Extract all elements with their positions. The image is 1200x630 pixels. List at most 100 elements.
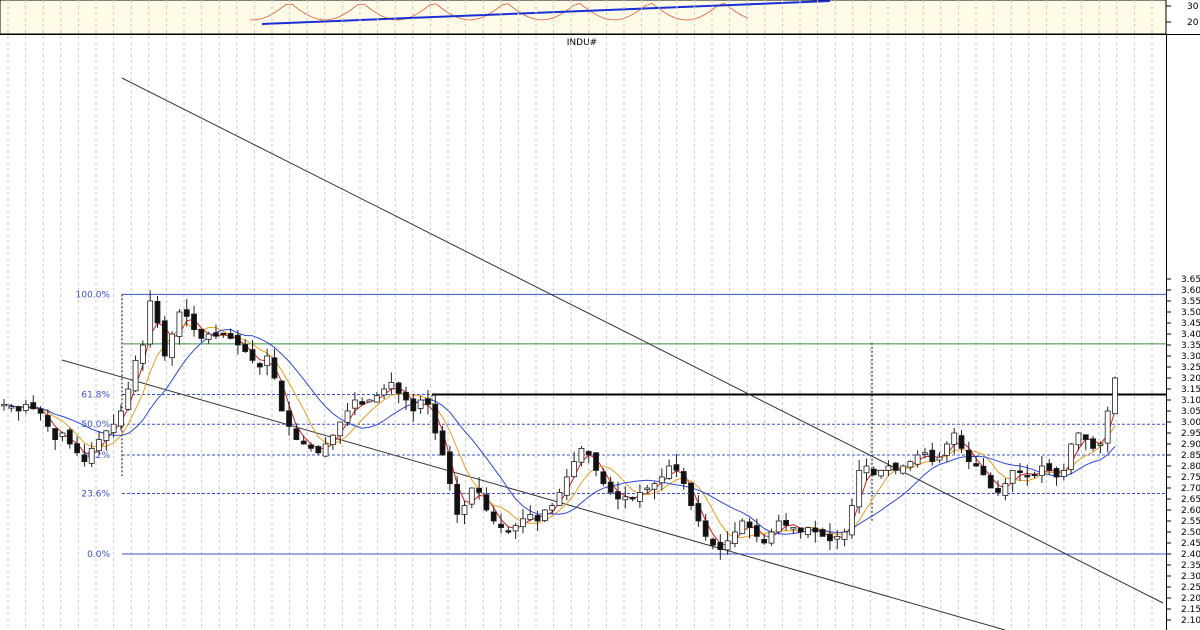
candle-body [198, 328, 205, 339]
upper-trend-line [121, 77, 1164, 604]
y-tick-label: 3.15 [1181, 385, 1200, 395]
candle-body [1017, 470, 1023, 473]
candle-body [1082, 434, 1089, 440]
candle-body [147, 300, 154, 345]
y-tick-label: 2.55 [1181, 517, 1200, 527]
candle-body [534, 515, 541, 522]
candle-body [476, 487, 482, 493]
candle-body [637, 491, 643, 502]
candle-body [527, 514, 534, 520]
candle-body [571, 461, 578, 478]
candle-body [373, 395, 380, 403]
candle-body [118, 410, 124, 427]
candle-body [995, 487, 1001, 493]
y-tick-label: 3.10 [1181, 396, 1200, 406]
candle-body [914, 454, 921, 465]
candle-body [900, 465, 906, 474]
candle-body [300, 440, 307, 445]
candle-body [161, 320, 168, 357]
candle-body [541, 509, 548, 521]
y-tick-label: 2.85 [1181, 451, 1200, 461]
candle-body [227, 333, 234, 339]
candle-body [658, 476, 665, 484]
candle-body [702, 520, 709, 537]
y-tick-label: 2.65 [1181, 495, 1200, 505]
candle-body [724, 540, 731, 551]
candle-body [600, 471, 607, 484]
y-tick-label: 2.75 [1181, 473, 1200, 483]
chart-area: 30 20 INDU# 2.10 2.15 2.20 2.25 2.30 2.35 2.40 2… [0, 0, 1200, 630]
y-tick-label: 2.30 [1181, 572, 1200, 582]
y-tick-label: 2.15 [1181, 605, 1200, 615]
candle-body [395, 382, 402, 394]
candle-body [74, 443, 80, 454]
y-tick-label: 3.20 [1181, 374, 1200, 384]
y-tick-label: 3.65 [1181, 275, 1200, 285]
candle-body [732, 531, 738, 544]
candle-body [922, 452, 928, 455]
candle-body [805, 527, 811, 536]
candle-body [863, 465, 870, 474]
y-tick-label: 2.10 [1181, 616, 1200, 626]
y-tick-label: 3.50 [1181, 308, 1200, 318]
candle-body [790, 527, 797, 530]
candle-body [59, 432, 66, 437]
candle-body [717, 542, 724, 550]
candle-body [322, 443, 329, 457]
candle-body [1024, 474, 1031, 478]
candle-body [1031, 473, 1038, 477]
candle-body [965, 449, 972, 462]
candle-body [52, 428, 59, 441]
candle-body [878, 469, 885, 477]
candle-body [578, 447, 585, 463]
candle-body [987, 475, 994, 489]
candle-body [710, 538, 716, 546]
y-tick-label: 3.55 [1181, 297, 1200, 307]
indicator-ticks: 30 20 [1166, 2, 1199, 28]
candle-body [242, 344, 249, 352]
candle-body [256, 363, 263, 368]
candle-body [885, 465, 892, 471]
candle-body [103, 430, 110, 441]
candles [1, 290, 1118, 560]
candle-body [366, 399, 373, 403]
candle-body [278, 380, 285, 412]
candle-body [958, 435, 965, 449]
indicator-tick-label: 20 [1187, 18, 1199, 28]
candle-body [234, 334, 241, 346]
candle-body [753, 525, 760, 537]
candle-body [176, 311, 183, 337]
fib-level-label: 61.8% [81, 391, 110, 401]
candle-body [695, 503, 702, 522]
candle-body [66, 429, 73, 445]
candle-body [461, 505, 468, 515]
candle-body [125, 388, 132, 410]
candle-body [154, 301, 161, 324]
candle-body [381, 388, 387, 396]
y-tick-label: 2.70 [1181, 484, 1200, 494]
lower-trend-line [61, 359, 1006, 630]
candle-body [1112, 377, 1118, 415]
y-tick-label: 3.45 [1181, 319, 1200, 329]
candle-body [139, 344, 146, 364]
candle-body [293, 428, 300, 441]
candle-body [88, 447, 95, 464]
y-axis: 2.102.152.202.252.302.352.402.452.502.55… [1166, 275, 1200, 626]
candle-body [827, 533, 833, 542]
candle-body [213, 332, 219, 337]
candle-body [337, 421, 344, 437]
candle-body [30, 402, 37, 410]
candle-body [666, 465, 673, 479]
candle-body [205, 333, 212, 340]
candle-body [615, 491, 621, 500]
candle-body [688, 482, 694, 507]
fib-level-label: 50.0% [81, 420, 110, 430]
candle-body [585, 451, 592, 456]
candle-body [549, 505, 556, 511]
candle-body [505, 530, 512, 533]
candle-body [183, 309, 190, 317]
y-tick-label: 2.40 [1181, 550, 1200, 560]
y-tick-label: 2.45 [1181, 539, 1200, 549]
candle-body [563, 476, 570, 496]
candle-body [410, 398, 417, 412]
